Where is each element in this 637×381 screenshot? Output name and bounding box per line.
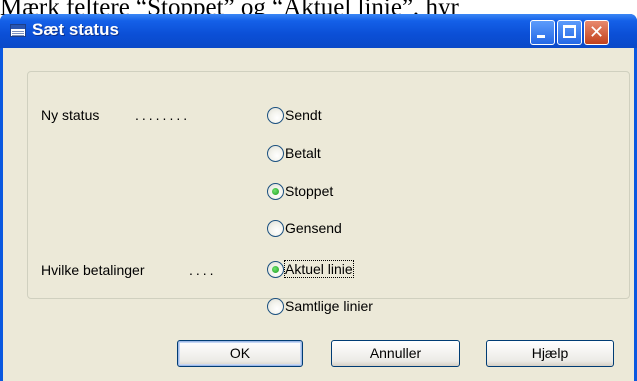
radio-selected-dot [272, 188, 279, 195]
radio-gensend-label[interactable]: Gensend [285, 220, 342, 236]
help-button[interactable]: Hjælp [486, 340, 614, 367]
radio-stoppet-label[interactable]: Stoppet [285, 183, 333, 199]
window-title: Sæt status [32, 20, 119, 39]
radio-selected-dot [272, 266, 279, 273]
payments-leader-dots: .... [189, 262, 217, 278]
radio-sendt-label[interactable]: Sendt [285, 107, 322, 123]
maximize-button[interactable] [557, 20, 582, 45]
radio-aktuel-linie-label[interactable]: Aktuel linie [284, 260, 354, 278]
table-icon [10, 24, 26, 37]
title-bar[interactable]: Sæt status ✕ [0, 14, 637, 48]
dialog-body: Ny status ........ Sendt Betalt Stoppet … [3, 48, 634, 381]
maximize-icon [563, 25, 576, 38]
payments-label: Hvilke betalinger [41, 262, 145, 278]
cancel-button[interactable]: Annuller [331, 340, 460, 367]
close-button[interactable]: ✕ [584, 20, 609, 45]
radio-samtlige-linier-label[interactable]: Samtlige linier [285, 298, 373, 314]
dialog-window: Sæt status ✕ Ny status ........ Sendt Be… [0, 14, 637, 381]
ok-button[interactable]: OK [177, 340, 303, 367]
new-status-leader-dots: ........ [135, 107, 191, 123]
radio-sendt[interactable] [267, 107, 284, 124]
new-status-label: Ny status [41, 107, 100, 123]
radio-gensend[interactable] [267, 220, 284, 237]
radio-samtlige-linier[interactable] [267, 298, 284, 315]
close-icon: ✕ [588, 22, 605, 43]
radio-betalt-label[interactable]: Betalt [285, 145, 321, 161]
minimize-icon [537, 35, 545, 38]
radio-stoppet[interactable] [267, 183, 284, 200]
minimize-button[interactable] [530, 20, 555, 45]
radio-betalt[interactable] [267, 145, 284, 162]
radio-aktuel-linie[interactable] [267, 261, 284, 278]
